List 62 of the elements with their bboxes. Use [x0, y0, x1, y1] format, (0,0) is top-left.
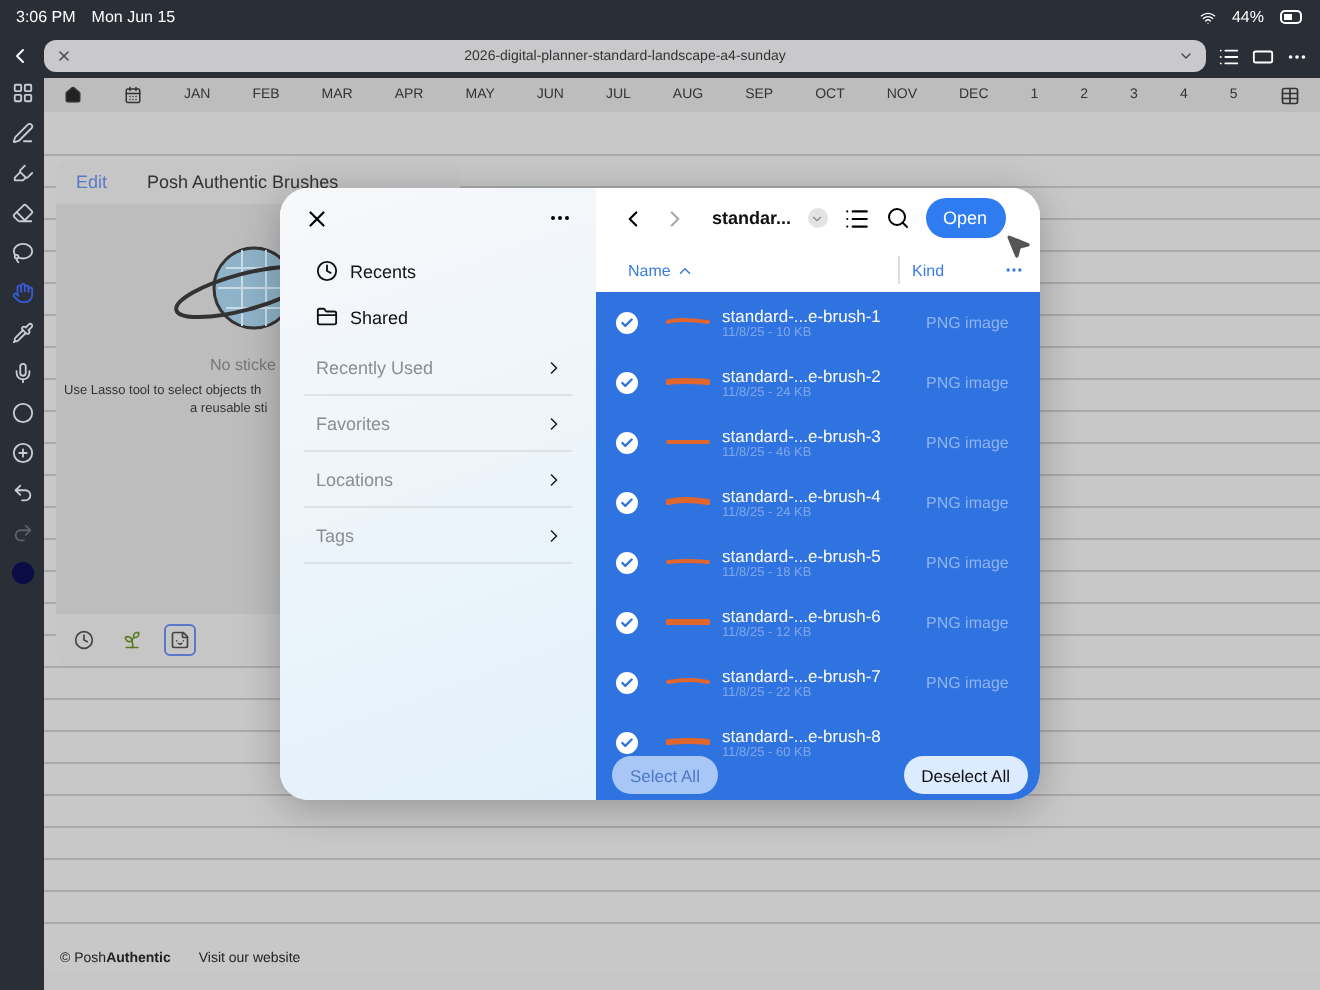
status-time: 3:06 PM — [16, 8, 76, 26]
file-kind: PNG image — [926, 433, 1009, 451]
sticker-icon — [170, 630, 190, 650]
empty-message: No sticke — [210, 356, 276, 374]
page-view-icon[interactable] — [1252, 45, 1274, 67]
close-icon[interactable] — [304, 205, 330, 231]
deselect-all-button[interactable]: Deselect All — [903, 756, 1028, 794]
open-button[interactable]: Open — [925, 198, 1006, 238]
add-icon[interactable] — [8, 438, 36, 466]
lasso-icon[interactable] — [8, 238, 36, 266]
list-view-icon[interactable] — [843, 205, 870, 231]
file-name: standard-...e-brush-4 — [722, 485, 883, 505]
eraser-icon[interactable] — [8, 198, 36, 226]
home-icon[interactable] — [64, 86, 82, 104]
file-name: standard-...e-brush-2 — [722, 365, 883, 385]
plant-icon — [122, 630, 142, 650]
cursor-icon — [1004, 232, 1032, 260]
status-date: Mon Jun 15 — [91, 8, 176, 26]
table-icon[interactable] — [1279, 85, 1300, 105]
checkmark-icon[interactable] — [616, 491, 638, 513]
chevron-down-icon[interactable] — [1178, 48, 1194, 64]
panel-title: Posh Authentic Brushes — [147, 172, 339, 192]
pen-icon[interactable] — [8, 118, 36, 146]
sidebar-item[interactable]: Recents — [304, 248, 572, 294]
clock-icon — [74, 630, 94, 650]
folder-icon — [316, 306, 338, 328]
file-name: standard-...e-brush-6 — [722, 605, 883, 625]
sticker-tab[interactable] — [164, 624, 196, 656]
wifi-icon — [1199, 9, 1216, 25]
checkmark-icon[interactable] — [616, 371, 638, 393]
color-swatch[interactable] — [11, 562, 33, 584]
name-column-header[interactable]: Name — [628, 261, 671, 279]
battery-icon — [1280, 10, 1304, 24]
pipette-icon[interactable] — [8, 318, 36, 346]
checkmark-icon[interactable] — [616, 731, 638, 753]
sidebar-item[interactable]: Shared — [304, 294, 572, 340]
folder-name[interactable]: standar... — [712, 208, 792, 228]
checkmark-icon[interactable] — [616, 551, 638, 573]
kind-column-header[interactable]: Kind — [912, 261, 1004, 279]
checkmark-icon[interactable] — [616, 431, 638, 453]
file-kind: PNG image — [926, 673, 1009, 691]
list-icon[interactable] — [1218, 45, 1240, 67]
search-icon[interactable] — [885, 206, 910, 230]
file-kind: PNG image — [926, 493, 1009, 511]
file-name: standard-...e-brush-1 — [722, 305, 883, 325]
file-name: standard-...e-brush-3 — [722, 425, 883, 445]
close-icon[interactable] — [56, 48, 72, 64]
file-name: standard-...e-brush-8 — [722, 725, 883, 745]
grid-icon[interactable] — [8, 78, 36, 106]
clock-icon — [316, 260, 338, 282]
calendar-icon[interactable] — [123, 86, 142, 104]
file-kind: PNG image — [926, 613, 1009, 631]
battery-percent: 44% — [1231, 8, 1264, 26]
file-kind: PNG image — [926, 553, 1009, 571]
checkmark-icon[interactable] — [616, 671, 638, 693]
circle-icon[interactable] — [8, 398, 36, 426]
file-name: standard-...e-brush-5 — [722, 545, 883, 565]
file-kind: PNG image — [926, 313, 1009, 331]
checkmark-icon[interactable] — [616, 611, 638, 633]
checkmark-icon[interactable] — [616, 311, 638, 333]
file-name: standard-...e-brush-7 — [722, 665, 883, 685]
file-kind: PNG image — [926, 373, 1009, 391]
